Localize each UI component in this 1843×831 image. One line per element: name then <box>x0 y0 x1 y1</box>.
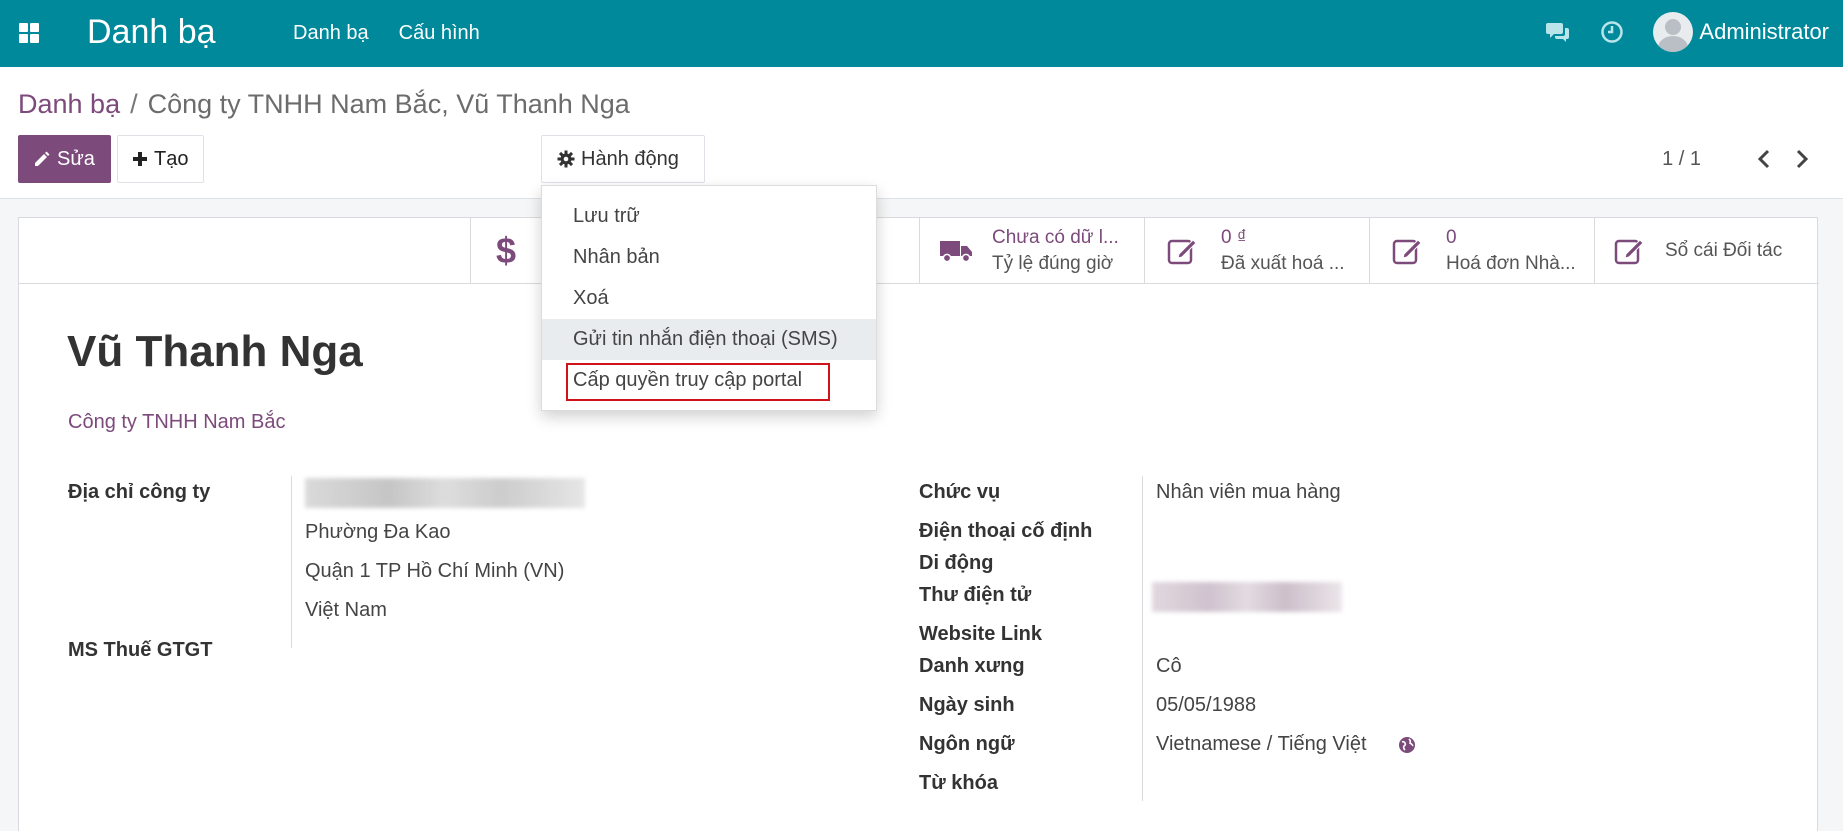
pager-value[interactable]: 1 / 1 <box>1662 148 1701 171</box>
breadcrumb-parent[interactable]: Danh bạ <box>18 89 120 119</box>
breadcrumb-current: Công ty TNHH Nam Bắc, Vũ Thanh Nga <box>147 89 630 119</box>
title-label: Danh xưng <box>919 655 1025 677</box>
edit-icon <box>1167 239 1197 265</box>
birthday-value: 05/05/1988 <box>1156 694 1257 716</box>
menu-item-send-sms[interactable]: Gửi tin nhắn điện thoại (SMS) <box>542 319 876 360</box>
smart-button-invoiced[interactable]: 0 ₫ Đã xuất hoá ... <box>1144 218 1369 284</box>
company-link[interactable]: Công ty TNHH Nam Bắc <box>68 411 285 434</box>
smart-button-on-time-rate[interactable]: Chưa có dữ l... Tỷ lệ đúng giờ <box>919 218 1144 284</box>
website-label: Website Link <box>919 623 1042 645</box>
action-button-label: Hành động <box>581 147 679 170</box>
breadcrumb-separator: / <box>130 89 138 119</box>
vat-label: MS Thuế GTGT <box>68 639 213 661</box>
invoiced-value: 0 ₫ <box>1221 227 1247 248</box>
top-navbar: Danh bạ Danh bạ Cấu hình Administrator <box>0 0 1843 67</box>
tags-label: Từ khóa <box>919 772 998 794</box>
pager: 1 / 1 <box>1662 145 1813 173</box>
job-position-label: Chức vụ <box>919 481 1001 503</box>
email-label: Thư điện tử <box>919 584 1032 606</box>
menu-item-configuration[interactable]: Cấu hình <box>399 20 480 46</box>
dollar-icon: $ <box>495 230 517 271</box>
redacted-email <box>1152 582 1342 612</box>
chevron-left-icon[interactable] <box>1753 145 1775 173</box>
gear-icon <box>557 150 575 168</box>
on-time-rate-label: Tỷ lệ đúng giờ <box>992 253 1114 274</box>
truck-icon <box>940 241 972 263</box>
partner-ledger-label: Sổ cái Đối tác <box>1665 240 1783 261</box>
address-label: Địa chỉ công ty <box>68 481 211 503</box>
globe-icon[interactable] <box>1398 736 1416 754</box>
action-button[interactable]: Hành động <box>541 135 705 183</box>
partner-name[interactable]: Vũ Thanh Nga <box>67 325 363 379</box>
phone-label: Điện thoại cố định <box>919 520 1093 542</box>
menu-item-archive[interactable]: Lưu trữ <box>542 196 876 237</box>
menu-item-contacts[interactable]: Danh bạ <box>293 20 369 46</box>
create-button-label: Tạo <box>154 147 189 170</box>
clock-icon[interactable] <box>1599 19 1625 45</box>
pencil-icon <box>35 151 50 166</box>
mobile-label: Di động <box>919 552 994 574</box>
apps-menu-icon[interactable] <box>19 23 39 43</box>
address-line-ward: Phường Đa Kao <box>305 521 451 543</box>
edit-icon <box>1392 239 1422 265</box>
job-position-value: Nhân viên mua hàng <box>1156 481 1341 503</box>
menu-item-grant-portal-access[interactable]: Cấp quyền truy cập portal <box>542 360 876 401</box>
action-dropdown-menu: Lưu trữ Nhân bản Xoá Gửi tin nhắn điện t… <box>541 185 877 411</box>
vendor-bills-value: 0 <box>1446 227 1457 248</box>
birthday-label: Ngày sinh <box>919 694 1015 716</box>
address-line-country: Việt Nam <box>305 599 387 621</box>
smart-button-vendor-bills[interactable]: 0 Hoá đơn Nhà... <box>1369 218 1594 284</box>
chevron-right-icon[interactable] <box>1791 145 1813 173</box>
title-value: Cô <box>1156 655 1182 677</box>
right-column-divider <box>1142 476 1143 801</box>
app-title[interactable]: Danh bạ <box>87 11 216 53</box>
form-sheet: $ Chưa có dữ l... Tỷ lệ đúng giờ 0 ₫ Đã … <box>18 217 1819 831</box>
smart-button-partner-ledger[interactable]: Sổ cái Đối tác <box>1594 218 1819 284</box>
avatar[interactable] <box>1653 12 1694 52</box>
language-label: Ngôn ngữ <box>919 733 1015 755</box>
redacted-street <box>305 478 585 508</box>
chat-icon[interactable] <box>1545 19 1571 45</box>
menu-item-delete[interactable]: Xoá <box>542 278 876 319</box>
edit-icon <box>1614 239 1644 265</box>
invoiced-label: Đã xuất hoá ... <box>1221 253 1345 274</box>
plus-icon <box>133 152 147 166</box>
main-menu: Danh bạ Cấu hình <box>293 20 480 46</box>
address-line-district: Quận 1 TP Hồ Chí Minh (VN) <box>305 560 565 582</box>
edit-button[interactable]: Sửa <box>18 135 111 183</box>
menu-item-duplicate[interactable]: Nhân bản <box>542 237 876 278</box>
smart-button-box: $ Chưa có dữ l... Tỷ lệ đúng giờ 0 ₫ Đã … <box>19 218 1819 284</box>
edit-button-label: Sửa <box>57 147 95 170</box>
systray: Administrator <box>1545 10 1829 54</box>
create-button[interactable]: Tạo <box>117 135 204 183</box>
on-time-rate-value: Chưa có dữ l... <box>992 227 1119 248</box>
user-name[interactable]: Administrator <box>1699 19 1829 45</box>
language-value: Vietnamese / Tiếng Việt <box>1156 733 1367 755</box>
left-column-divider <box>291 476 292 648</box>
breadcrumb: Danh bạ / Công ty TNHH Nam Bắc, Vũ Thanh N… <box>18 87 630 121</box>
control-panel: Danh bạ / Công ty TNHH Nam Bắc, Vũ Thanh N… <box>0 67 1843 199</box>
vendor-bills-label: Hoá đơn Nhà... <box>1446 253 1576 274</box>
